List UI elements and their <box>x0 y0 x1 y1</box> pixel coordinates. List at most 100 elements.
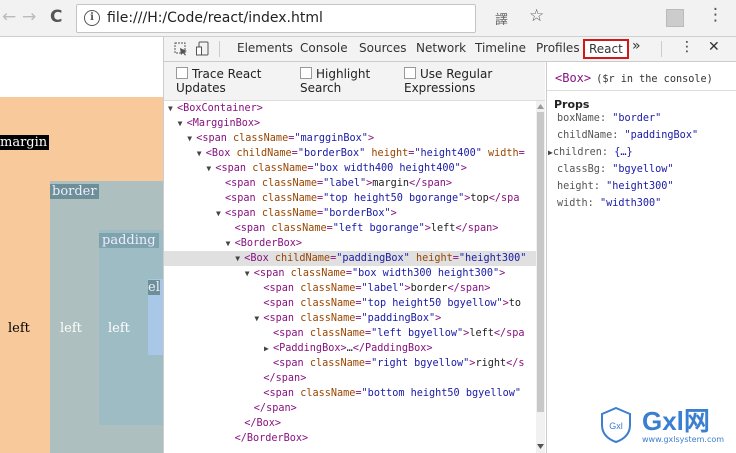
tree-token: "borderBox" <box>323 208 391 219</box>
collapse-arrow-icon[interactable]: ▼ <box>197 146 206 161</box>
tree-node[interactable]: <span className="left bgyellow">left</sp… <box>164 326 536 341</box>
tree-token: className <box>261 193 318 204</box>
tree-token: "box width400 height400" <box>313 163 461 174</box>
tab-profiles[interactable]: Profiles <box>536 41 580 55</box>
tree-node[interactable]: <span className="left bgorange">left</sp… <box>164 221 536 236</box>
address-bar[interactable]: i file:///H:/Code/react/index.html 譯 ☆ <box>76 4 544 33</box>
prop-row[interactable]: childName: "paddingBox" <box>555 130 698 141</box>
prop-row[interactable]: ▶children: {…} <box>548 147 633 158</box>
tree-node[interactable]: <span className="label">margin</span> <box>164 176 536 191</box>
tab-sources[interactable]: Sources <box>359 41 406 55</box>
prop-row[interactable]: width: "width300" <box>555 198 661 209</box>
tree-scrollbar-thumb[interactable] <box>537 112 544 412</box>
tab-react[interactable]: React <box>583 39 629 59</box>
trace-updates-option[interactable]: Trace React Updates <box>176 67 262 95</box>
collapse-arrow-icon[interactable]: ▼ <box>235 251 244 266</box>
tree-node[interactable]: <span className="bottom height50 bgyello… <box>164 386 536 401</box>
tree-token: </spa <box>488 193 520 204</box>
tree-node[interactable]: </BorderBox> <box>164 431 536 446</box>
tree-node[interactable]: ▶ <PaddingBox>…</PaddingBox> <box>164 341 536 356</box>
tree-node[interactable]: <span className="top height50 bgorange">… <box>164 191 536 206</box>
regex-option[interactable]: Use Regular Expressions <box>404 67 492 95</box>
close-icon[interactable]: ✕ <box>708 39 720 55</box>
scroll-up-icon[interactable] <box>537 104 544 109</box>
tree-node[interactable]: </Box> <box>164 416 536 431</box>
tree-token: className <box>233 133 289 144</box>
highlight-search-checkbox[interactable] <box>300 67 312 79</box>
tree-token: width <box>487 148 519 159</box>
collapse-arrow-icon[interactable]: ▼ <box>168 101 177 116</box>
tree-token: > <box>499 268 506 279</box>
tree-token: top <box>470 193 489 204</box>
tree-node-selected[interactable]: ▼ <Box childName="paddingBox" height="hei… <box>164 251 536 266</box>
extension-icon[interactable] <box>666 9 684 27</box>
collapse-arrow-icon[interactable]: ▼ <box>245 266 254 281</box>
highlight-search-option[interactable]: Highlight Search <box>300 67 370 95</box>
trace-updates-checkbox[interactable] <box>176 67 188 79</box>
forward-icon[interactable]: → <box>22 7 36 27</box>
tree-token: <span <box>273 358 310 369</box>
collapse-arrow-icon[interactable]: ▼ <box>226 236 235 251</box>
expand-arrow-icon[interactable]: ▶ <box>264 341 273 356</box>
content-label: el <box>148 280 160 295</box>
scroll-down-icon[interactable] <box>537 444 544 449</box>
translate-icon[interactable]: 譯 <box>495 9 508 28</box>
prop-colon: : <box>601 147 615 158</box>
prop-key: childName <box>557 130 613 141</box>
tree-token: > <box>460 163 467 174</box>
inspect-element-icon[interactable] <box>174 42 188 56</box>
tree-token: <MargginBox> <box>186 118 261 129</box>
tree-token: = <box>518 148 525 159</box>
more-tabs-icon[interactable]: » <box>632 38 641 54</box>
tree-token: className <box>309 358 366 369</box>
tree-node[interactable]: ▼ <span className="borderBox"> <box>164 206 536 221</box>
tree-token: to <box>508 298 522 309</box>
tree-node[interactable]: ▼ <span className="box width300 height300… <box>164 266 536 281</box>
back-icon[interactable]: ← <box>2 7 16 27</box>
tree-node[interactable]: </span> <box>164 401 536 416</box>
devtools-menu-icon[interactable]: ⋮ <box>680 39 694 55</box>
tree-node[interactable]: ▼ <Box childName="borderBox" height="heig… <box>164 146 536 161</box>
tree-node[interactable]: ▼ <BoxContainer> <box>164 101 536 116</box>
collapse-arrow-icon[interactable]: ▼ <box>187 131 196 146</box>
tree-node[interactable]: ▼ <span className="box width400 height400… <box>164 161 536 176</box>
url-text[interactable]: file:///H:/Code/react/index.html <box>107 10 323 26</box>
tree-node[interactable]: </span> <box>164 371 536 386</box>
regex-checkbox[interactable] <box>404 67 416 79</box>
prop-colon: : <box>593 181 607 192</box>
left-text-padding: left <box>108 321 130 336</box>
tree-token: "margginBox" <box>294 133 368 144</box>
props-sidebar: <Box> ($r in the console) Props boxName:… <box>546 62 736 453</box>
device-toolbar-icon[interactable] <box>196 41 210 56</box>
tree-node[interactable]: ▼ <span className="paddingBox"> <box>164 311 536 326</box>
prop-colon: : <box>599 164 613 175</box>
reload-icon[interactable]: C <box>50 7 62 27</box>
tree-node[interactable]: ▼ <MargginBox> <box>164 116 536 131</box>
tree-node[interactable]: <span className="label">border</span> <box>164 281 536 296</box>
margin-label: margin <box>0 135 50 150</box>
prop-value: "bgyellow" <box>612 164 674 175</box>
tree-node[interactable]: ▼ <span className="margginBox"> <box>164 131 536 146</box>
info-icon[interactable]: i <box>84 10 100 26</box>
prop-value: "paddingBox" <box>624 130 699 141</box>
bookmark-star-icon[interactable]: ☆ <box>529 6 544 26</box>
tree-token: "top height50 bgyellow" <box>361 298 503 309</box>
collapse-arrow-icon[interactable]: ▼ <box>216 206 225 221</box>
tree-token: className <box>252 163 308 174</box>
collapse-arrow-icon[interactable]: ▼ <box>178 116 187 131</box>
tree-token: "label" <box>323 178 367 189</box>
prop-row[interactable]: boxName: "border" <box>555 113 661 124</box>
tree-node[interactable]: <span className="right bgyellow">right</… <box>164 356 536 371</box>
react-options-bar: Trace React Updates Highlight Search Use… <box>164 62 545 101</box>
prop-row[interactable]: height: "height300" <box>555 181 674 192</box>
tree-node[interactable]: <span className="top height50 bgyellow">… <box>164 296 536 311</box>
tab-network[interactable]: Network <box>416 41 466 55</box>
tree-token: "top height50 bgorange" <box>323 193 465 204</box>
tab-elements[interactable]: Elements <box>237 41 293 55</box>
tree-node[interactable]: ▼ <BorderBox> <box>164 236 536 251</box>
prop-row[interactable]: classBg: "bgyellow" <box>555 164 674 175</box>
browser-menu-icon[interactable]: ⋮ <box>707 5 724 25</box>
tab-console[interactable]: Console <box>300 41 348 55</box>
tree-token: "height300" <box>458 253 527 264</box>
tab-timeline[interactable]: Timeline <box>475 41 526 55</box>
